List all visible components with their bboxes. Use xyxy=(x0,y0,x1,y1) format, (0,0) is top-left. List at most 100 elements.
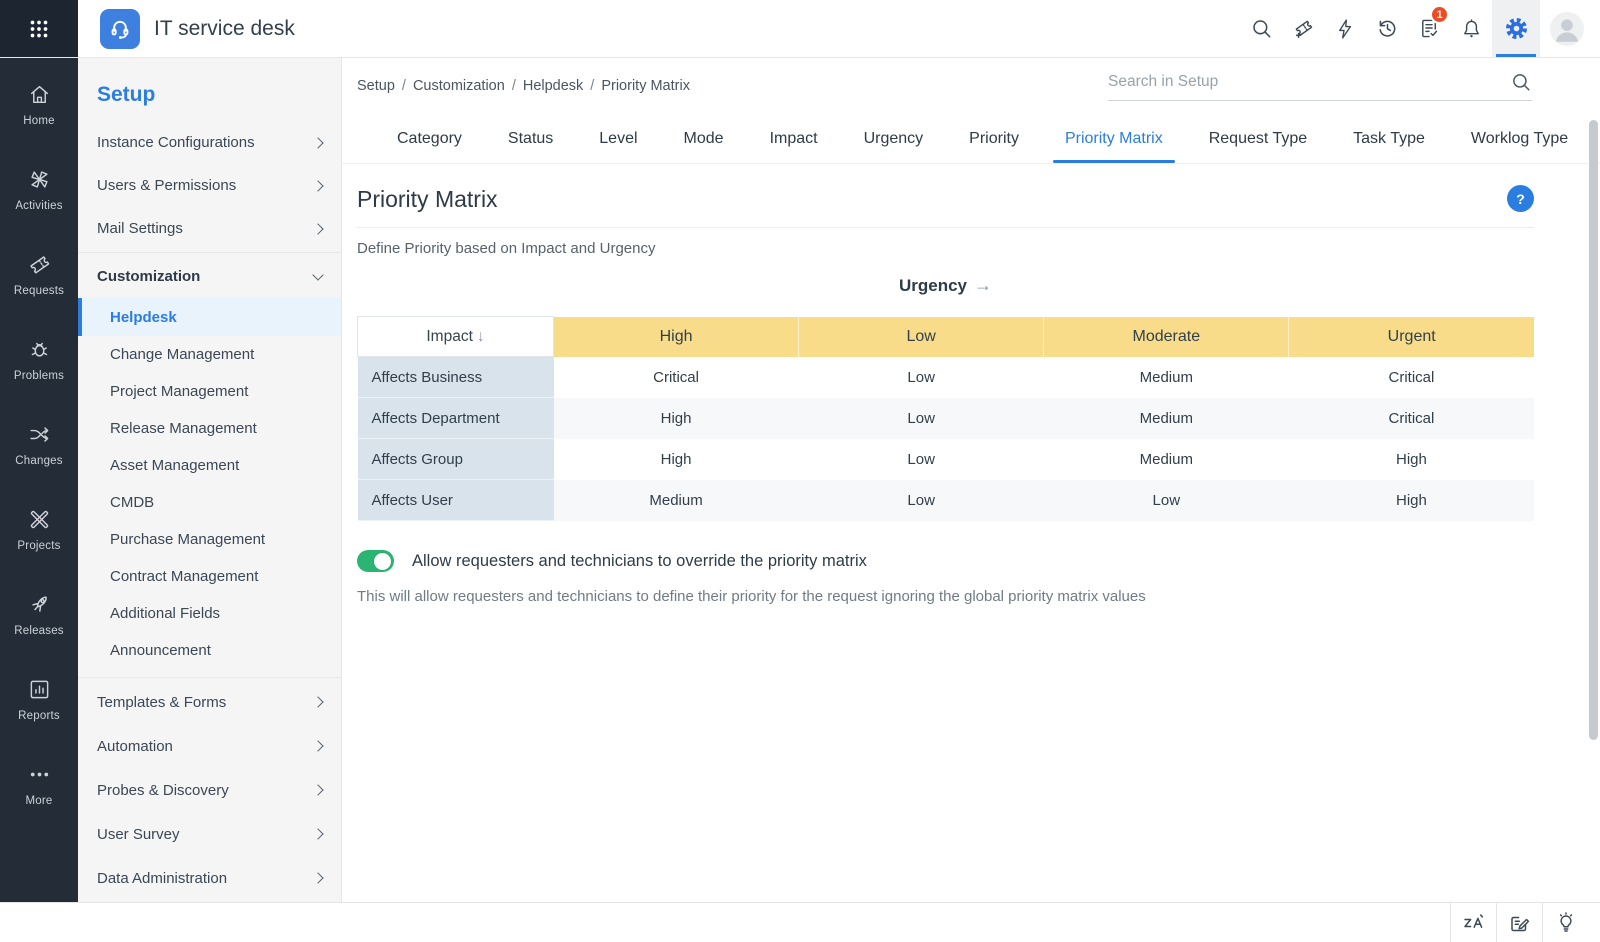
sidebar-item-user-survey[interactable]: User Survey xyxy=(78,812,341,856)
tab-worklog-type[interactable]: Worklog Type xyxy=(1471,114,1568,163)
breadcrumb-helpdesk[interactable]: Helpdesk xyxy=(523,78,583,94)
rail-item-releases[interactable]: Releases xyxy=(0,572,78,657)
matrix-cell[interactable]: High xyxy=(554,439,799,480)
sidebar-subitem-purchase-management[interactable]: Purchase Management xyxy=(78,521,341,558)
tab-urgency[interactable]: Urgency xyxy=(864,114,924,163)
matrix-cell[interactable]: Low xyxy=(799,357,1044,398)
sidebar-item-users-permissions[interactable]: Users & Permissions xyxy=(78,164,341,207)
rail-item-more[interactable]: More xyxy=(0,742,78,827)
override-toggle-row: Allow requesters and technicians to over… xyxy=(357,550,867,572)
page-title-row: Priority Matrix ? xyxy=(357,176,1534,228)
breadcrumb-setup[interactable]: Setup xyxy=(357,78,395,94)
approvals-button[interactable]: 1 xyxy=(1408,0,1450,57)
chevron-down-icon xyxy=(312,269,323,280)
headset-icon xyxy=(106,15,134,43)
matrix-cell[interactable]: Critical xyxy=(554,357,799,398)
app-title: IT service desk xyxy=(154,17,295,41)
suggestion-button[interactable] xyxy=(1542,903,1588,942)
urgency-axis-label: Urgency→ xyxy=(357,275,1534,296)
matrix-cell[interactable]: Low xyxy=(1044,480,1289,521)
sidebar-divider xyxy=(78,252,341,253)
sidebar-item-templates-forms[interactable]: Templates & Forms xyxy=(78,680,341,724)
sidebar-subitem-asset-management[interactable]: Asset Management xyxy=(78,447,341,484)
rail-item-reports[interactable]: Reports xyxy=(0,657,78,742)
breadcrumb-customization[interactable]: Customization xyxy=(413,78,505,94)
matrix-cell[interactable]: Low xyxy=(799,398,1044,439)
history-icon xyxy=(1376,17,1399,40)
tab-priority[interactable]: Priority xyxy=(969,114,1019,163)
matrix-cell[interactable]: Low xyxy=(799,480,1044,521)
sidebar-subitem-contract-management[interactable]: Contract Management xyxy=(78,558,341,595)
sidebar-subitem-helpdesk[interactable]: Helpdesk xyxy=(78,298,341,336)
rail-item-requests[interactable]: Requests xyxy=(0,232,78,317)
sidebar-item-customization[interactable]: Customization xyxy=(78,255,341,298)
user-avatar[interactable] xyxy=(1550,12,1584,46)
chevron-right-icon xyxy=(312,740,323,751)
pinwheel-icon xyxy=(27,167,52,192)
matrix-cell[interactable]: High xyxy=(1289,439,1534,480)
rail-item-changes[interactable]: Changes xyxy=(0,402,78,487)
column-header-low: Low xyxy=(799,317,1044,357)
matrix-row-affects-department: Affects Department High Low Medium Criti… xyxy=(358,398,1535,439)
sidebar-item-instance-configurations[interactable]: Instance Configurations xyxy=(78,121,341,164)
matrix-cell[interactable]: Low xyxy=(799,439,1044,480)
setup-tabs: Category Status Level Mode Impact Urgenc… xyxy=(342,114,1600,164)
notifications-button[interactable] xyxy=(1450,0,1492,57)
matrix-cell[interactable]: High xyxy=(1289,480,1534,521)
matrix-row-affects-group: Affects Group High Low Medium High xyxy=(358,439,1535,480)
tab-request-type[interactable]: Request Type xyxy=(1209,114,1307,163)
settings-tab[interactable] xyxy=(1492,0,1540,57)
matrix-row-affects-business: Affects Business Critical Low Medium Cri… xyxy=(358,357,1535,398)
setup-search-input[interactable] xyxy=(1108,73,1500,91)
sidebar-item-automation[interactable]: Automation xyxy=(78,724,341,768)
tab-status[interactable]: Status xyxy=(508,114,553,163)
sidebar-item-data-administration[interactable]: Data Administration xyxy=(78,856,341,900)
search-icon xyxy=(1250,17,1273,40)
sidebar-subitem-project-management[interactable]: Project Management xyxy=(78,373,341,410)
rail-item-activities[interactable]: Activities xyxy=(0,147,78,232)
impact-axis-header[interactable]: Impact↓ xyxy=(358,317,554,357)
setup-search xyxy=(1108,71,1532,101)
help-button[interactable]: ? xyxy=(1507,185,1534,212)
matrix-cell[interactable]: Medium xyxy=(1044,398,1289,439)
tab-impact[interactable]: Impact xyxy=(770,114,818,163)
module-rail: Home Activities Requests xyxy=(0,58,78,902)
matrix-cell[interactable]: High xyxy=(554,398,799,439)
matrix-cell[interactable]: Critical xyxy=(1289,398,1534,439)
raise-request-button[interactable] xyxy=(1282,0,1324,57)
column-header-urgent: Urgent xyxy=(1289,317,1534,357)
matrix-cell[interactable]: Medium xyxy=(1044,439,1289,480)
feedback-button[interactable] xyxy=(1496,903,1542,942)
tab-priority-matrix[interactable]: Priority Matrix xyxy=(1065,114,1163,163)
vertical-scrollbar[interactable] xyxy=(1589,120,1598,740)
tab-task-type[interactable]: Task Type xyxy=(1353,114,1425,163)
feedback-note-icon xyxy=(1508,911,1532,935)
sidebar-subitem-announcement[interactable]: Announcement xyxy=(78,632,341,669)
sidebar-item-probes-discovery[interactable]: Probes & Discovery xyxy=(78,768,341,812)
matrix-cell[interactable]: Critical xyxy=(1289,357,1534,398)
page-title: Priority Matrix xyxy=(357,186,498,213)
sidebar-subitem-release-management[interactable]: Release Management xyxy=(78,410,341,447)
tab-mode[interactable]: Mode xyxy=(684,114,724,163)
app-logo[interactable] xyxy=(100,9,140,49)
rail-item-projects[interactable]: Projects xyxy=(0,487,78,572)
tab-category[interactable]: Category xyxy=(397,114,462,163)
sidebar-subitem-additional-fields[interactable]: Additional Fields xyxy=(78,595,341,632)
app-launcher-button[interactable] xyxy=(0,0,78,57)
global-search-button[interactable] xyxy=(1240,0,1282,57)
waffle-grid-icon xyxy=(26,16,52,42)
override-toggle[interactable] xyxy=(357,550,394,572)
sidebar-subitem-cmdb[interactable]: CMDB xyxy=(78,484,341,521)
sidebar-item-mail-settings[interactable]: Mail Settings xyxy=(78,207,341,250)
rail-item-home[interactable]: Home xyxy=(0,62,78,147)
quick-actions-button[interactable] xyxy=(1324,0,1366,57)
sidebar-subitem-change-management[interactable]: Change Management xyxy=(78,336,341,373)
tab-level[interactable]: Level xyxy=(599,114,637,163)
search-icon[interactable] xyxy=(1510,71,1532,93)
translate-button[interactable] xyxy=(1450,903,1496,942)
bell-icon xyxy=(1460,17,1483,40)
matrix-cell[interactable]: Medium xyxy=(1044,357,1289,398)
history-button[interactable] xyxy=(1366,0,1408,57)
rail-item-problems[interactable]: Problems xyxy=(0,317,78,402)
matrix-cell[interactable]: Medium xyxy=(554,480,799,521)
